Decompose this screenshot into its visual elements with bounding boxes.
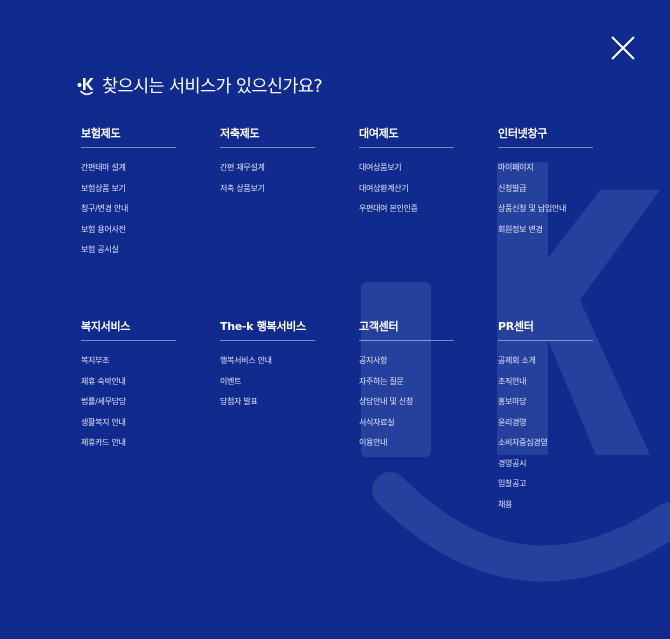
menu-link-list: 복지부조 제휴 숙박안내 법률/세무담당 생활복지 안내 제휴카드 안내 <box>81 355 176 458</box>
menu-link[interactable]: 제휴카드 안내 <box>81 437 176 458</box>
menu-column-title[interactable]: 고객센터 <box>359 320 454 341</box>
menu-column: The-k 행복서비스행복서비스 안내 이벤트 당첨자 발표 <box>220 320 315 417</box>
menu-link[interactable]: 대여상품보기 <box>359 162 454 183</box>
menu-link[interactable]: 간편테마 설계 <box>81 162 176 183</box>
service-menu-panel: 찾으시는 서비스가 있으신가요? 보험제도간편테마 설계 보험상품 보기 청구/변경… <box>0 0 670 639</box>
menu-link[interactable]: 보험 용어사전 <box>81 224 176 245</box>
menu-link[interactable]: 서식자료실 <box>359 417 454 438</box>
menu-link[interactable]: 제휴 숙박안내 <box>81 376 176 397</box>
menu-link[interactable]: 법률/세무담당 <box>81 396 176 417</box>
menu-link[interactable]: 소비자중심경영 <box>498 437 593 458</box>
menu-link[interactable]: 복지부조 <box>81 355 176 376</box>
menu-link-list: 간편 재무설계 저축 상품보기 <box>220 162 315 203</box>
k-logo-icon <box>77 77 94 95</box>
headline-text: 찾으시는 서비스가 있으신가요? <box>102 77 323 97</box>
menu-column: 대여제도대여상품보기 대여상환계산기 우편대여 본인인증 <box>359 127 454 224</box>
headline: 찾으시는 서비스가 있으신가요? <box>77 73 323 98</box>
menu-link[interactable]: 청구/변경 안내 <box>81 203 176 224</box>
menu-column: PR센터공제회 소개 조직안내 홍보마당 윤리경영 소비자중심경영 경영공시 입찰공고 채용 <box>498 320 593 519</box>
menu-link[interactable]: 우편대여 본인인증 <box>359 203 454 224</box>
menu-link[interactable]: 공제회 소개 <box>498 355 593 376</box>
menu-link[interactable]: 생활복지 안내 <box>81 417 176 438</box>
menu-link[interactable]: 경영공시 <box>498 458 593 479</box>
menu-link-list: 간편테마 설계 보험상품 보기 청구/변경 안내 보험 용어사전 보험 공시실 <box>81 162 176 265</box>
menu-link[interactable]: 상품신청 및 납입안내 <box>498 203 593 224</box>
menu-link[interactable]: 당첨자 발표 <box>220 396 315 417</box>
menu-link-list: 대여상품보기 대여상환계산기 우편대여 본인인증 <box>359 162 454 224</box>
menu-link-list: 공제회 소개 조직안내 홍보마당 윤리경영 소비자중심경영 경영공시 입찰공고 채용 <box>498 355 593 519</box>
menu-link[interactable]: 자주하는 질문 <box>359 376 454 397</box>
menu-link[interactable]: 이용안내 <box>359 437 454 458</box>
menu-link[interactable]: 간편 재무설계 <box>220 162 315 183</box>
menu-column-title[interactable]: 복지서비스 <box>81 320 176 341</box>
menu-link[interactable]: 채용 <box>498 499 593 520</box>
menu-link-list: 행복서비스 안내 이벤트 당첨자 발표 <box>220 355 315 417</box>
menu-link[interactable]: 보험 공시실 <box>81 244 176 265</box>
menu-link[interactable]: 신청발급 <box>498 183 593 204</box>
menu-column-title[interactable]: 인터넷창구 <box>498 127 593 148</box>
menu-link-list: 공지사항 자주하는 질문 상담안내 및 신청 서식자료실 이용안내 <box>359 355 454 458</box>
menu-column: 인터넷창구마이페이지 신청발급 상품신청 및 납입안내 회원정보 변경 <box>498 127 593 244</box>
menu-link[interactable]: 상담안내 및 신청 <box>359 396 454 417</box>
menu-link[interactable]: 보험상품 보기 <box>81 183 176 204</box>
menu-link[interactable]: 행복서비스 안내 <box>220 355 315 376</box>
menu-link[interactable]: 조직안내 <box>498 376 593 397</box>
menu-column: 고객센터공지사항 자주하는 질문 상담안내 및 신청 서식자료실 이용안내 <box>359 320 454 458</box>
menu-column-title[interactable]: 보험제도 <box>81 127 176 148</box>
menu-link[interactable]: 대여상환계산기 <box>359 183 454 204</box>
menu-link[interactable]: 공지사항 <box>359 355 454 376</box>
menu-column: 저축제도간편 재무설계 저축 상품보기 <box>220 127 315 203</box>
close-button[interactable] <box>607 32 639 64</box>
menu-link[interactable]: 홍보마당 <box>498 396 593 417</box>
menu-column: 보험제도간편테마 설계 보험상품 보기 청구/변경 안내 보험 용어사전 보험 공시실 <box>81 127 176 265</box>
close-icon <box>611 36 635 60</box>
menu-link[interactable]: 회원정보 변경 <box>498 224 593 245</box>
menu-link[interactable]: 윤리경영 <box>498 417 593 438</box>
menu-column-title[interactable]: PR센터 <box>498 320 593 341</box>
menu-link[interactable]: 저축 상품보기 <box>220 183 315 204</box>
menu-column-title[interactable]: The-k 행복서비스 <box>220 320 315 341</box>
menu-link-list: 마이페이지 신청발급 상품신청 및 납입안내 회원정보 변경 <box>498 162 593 244</box>
menu-link[interactable]: 이벤트 <box>220 376 315 397</box>
menu-column-title[interactable]: 대여제도 <box>359 127 454 148</box>
menu-link[interactable]: 마이페이지 <box>498 162 593 183</box>
menu-link[interactable]: 입찰공고 <box>498 478 593 499</box>
menu-column: 복지서비스복지부조 제휴 숙박안내 법률/세무담당 생활복지 안내 제휴카드 안내 <box>81 320 176 458</box>
menu-column-title[interactable]: 저축제도 <box>220 127 315 148</box>
